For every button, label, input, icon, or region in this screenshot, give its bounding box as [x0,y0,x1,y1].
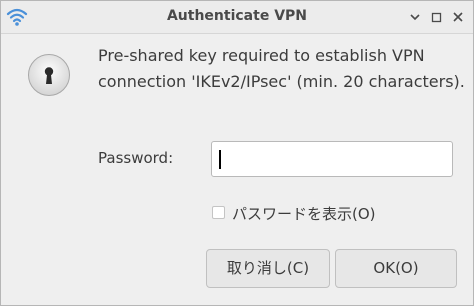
title-bar[interactable]: Authenticate VPN [1,1,473,34]
window-title: Authenticate VPN [166,8,308,24]
show-password-checkbox[interactable] [212,206,225,219]
lock-icon [28,54,70,96]
ok-button[interactable]: OK(O) [335,249,457,288]
cancel-button[interactable]: 取り消し(C) [206,249,330,288]
show-password-label[interactable]: パスワードを表示(O) [232,203,376,224]
password-label: Password: [98,149,174,167]
close-icon[interactable] [450,9,466,25]
vpn-auth-dialog: Authenticate VPN Pre-shared key required… [0,0,474,306]
prompt-message: Pre-shared key required to establish VPN… [98,46,465,91]
minimize-icon[interactable] [407,9,423,25]
maximize-icon[interactable] [429,9,445,25]
password-field[interactable] [211,141,453,177]
text-cursor [219,150,221,169]
